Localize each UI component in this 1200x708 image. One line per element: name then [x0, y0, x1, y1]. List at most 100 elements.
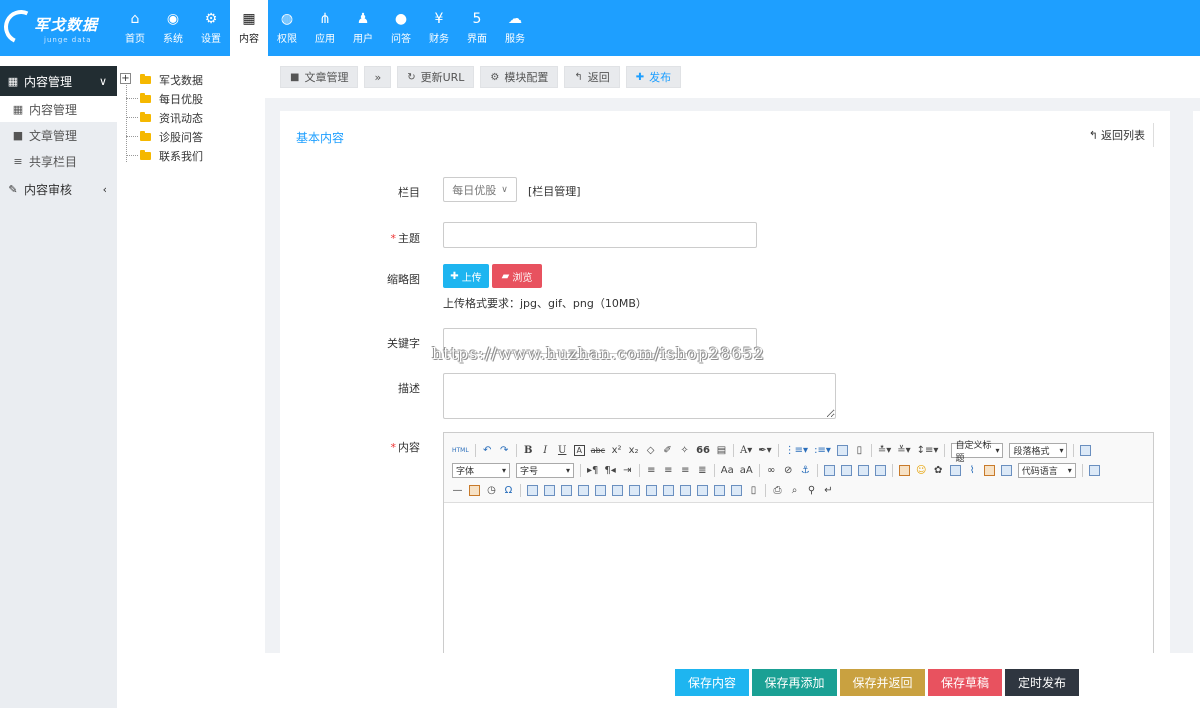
browse-button[interactable]: ▰ 浏览 — [492, 264, 542, 288]
merge-down-icon[interactable] — [680, 485, 691, 496]
nav-item-1[interactable]: ◉ 系统 — [154, 0, 192, 56]
tree-node[interactable]: 诊股问答 — [118, 127, 268, 146]
font-color-icon[interactable]: A▾ — [740, 444, 752, 457]
map-icon[interactable] — [983, 465, 995, 476]
template-icon[interactable] — [1088, 465, 1100, 476]
sidebar-group-content-review[interactable]: ✎ 内容审核 ‹ — [0, 174, 117, 204]
font-family-select[interactable]: 字体 — [452, 463, 510, 478]
search-replace-icon[interactable]: ⚲ — [806, 484, 817, 497]
unordered-list-icon[interactable]: :≡▾ — [814, 444, 831, 457]
subscript-icon[interactable]: x₂ — [628, 444, 639, 457]
insert-col-icon[interactable] — [612, 485, 623, 496]
background-color-icon[interactable]: ✒▾ — [758, 444, 771, 457]
anchor-icon[interactable]: ⚓ — [800, 464, 811, 477]
merge-cells-icon[interactable] — [646, 485, 657, 496]
emotion-icon[interactable]: ☺ — [916, 464, 927, 477]
ordered-list-icon[interactable]: ⋮≡▾ — [785, 444, 808, 457]
line-height-icon[interactable]: ↕≡▾ — [917, 444, 939, 457]
nav-item-10[interactable]: ☁ 服务 — [496, 0, 534, 56]
auto-format-icon[interactable]: ✧ — [679, 444, 690, 457]
back-to-list-button[interactable]: ↰ 返回列表 — [1089, 123, 1154, 147]
drafts-icon[interactable]: ↵ — [823, 484, 834, 497]
italic-icon[interactable]: I — [540, 444, 551, 457]
insert-image-icon[interactable] — [898, 465, 910, 476]
preview-icon[interactable]: ⌕ — [789, 484, 800, 497]
fullscreen-icon[interactable] — [1080, 445, 1092, 456]
select-all-icon[interactable] — [836, 445, 848, 456]
link-icon[interactable]: ∞ — [766, 464, 777, 477]
nav-item-0[interactable]: ⌂ 首页 — [116, 0, 154, 56]
save-add-button[interactable]: 保存再添加 — [752, 669, 837, 696]
logo[interactable]: 军戈数据 junge data — [0, 0, 118, 56]
format-brush-icon[interactable]: ✐ — [662, 444, 673, 457]
row-spacing-bottom-icon[interactable]: ≚▾ — [897, 444, 910, 457]
image-left-icon[interactable] — [840, 465, 852, 476]
schedule-publish-button[interactable]: 定时发布 — [1005, 669, 1079, 696]
align-center-icon[interactable]: ≡ — [663, 464, 674, 477]
nav-item-5[interactable]: ⋔ 应用 — [306, 0, 344, 56]
nav-item-7[interactable]: ● 问答 — [382, 0, 420, 56]
nav-item-8[interactable]: ¥ 财务 — [420, 0, 458, 56]
sidebar-item-content-manage[interactable]: ▦ 内容管理 — [0, 96, 117, 122]
scrawl-icon[interactable]: ✿ — [933, 464, 944, 477]
paragraph-format-select[interactable]: 段落格式 — [1009, 443, 1068, 458]
image-center-icon[interactable] — [874, 465, 886, 476]
description-textarea[interactable] — [443, 373, 836, 419]
save-return-button[interactable]: 保存并返回 — [840, 669, 925, 696]
insert-frame-icon[interactable] — [1000, 465, 1012, 476]
publish-button[interactable]: ✚ 发布 — [625, 66, 682, 88]
subject-input[interactable] — [443, 222, 757, 248]
attachment-icon[interactable]: ⌇ — [967, 464, 978, 477]
tree-node-root[interactable]: + 军戈数据 — [118, 70, 268, 89]
insert-paragraph-before-table-icon[interactable] — [561, 485, 572, 496]
split-cols-icon[interactable] — [731, 485, 742, 496]
nav-item-9[interactable]: 5 界面 — [458, 0, 496, 56]
nav-item-6[interactable]: ♟ 用户 — [344, 0, 382, 56]
insert-row-icon[interactable] — [578, 485, 589, 496]
paste-plain-icon[interactable]: ▤ — [716, 444, 727, 457]
article-manage-button[interactable]: ■ 文章管理 — [280, 66, 359, 88]
save-button[interactable]: 保存内容 — [675, 669, 749, 696]
nav-item-2[interactable]: ⚙ 设置 — [192, 0, 230, 56]
split-cells-icon[interactable] — [697, 485, 708, 496]
blockquote-icon[interactable]: 66 — [696, 444, 710, 457]
image-none-icon[interactable] — [823, 465, 835, 476]
row-spacing-top-icon[interactable]: ≛▾ — [878, 444, 891, 457]
indent-icon[interactable]: ⇥ — [622, 464, 633, 477]
image-right-icon[interactable] — [857, 465, 869, 476]
merge-right-icon[interactable] — [663, 485, 674, 496]
refresh-url-button[interactable]: ↻ 更新URL — [397, 66, 475, 88]
superscript-icon[interactable]: x² — [611, 444, 622, 457]
redo-icon[interactable]: ↷ — [499, 444, 510, 457]
more-button[interactable]: » — [364, 66, 392, 88]
strikethrough-icon[interactable]: abc — [591, 444, 605, 457]
align-justify-icon[interactable]: ≣ — [697, 464, 708, 477]
editor-body[interactable] — [444, 503, 1153, 656]
to-uppercase-icon[interactable]: Aa — [721, 464, 734, 477]
font-border-icon[interactable]: A — [573, 445, 585, 456]
insert-video-icon[interactable] — [949, 465, 961, 476]
underline-icon[interactable]: U — [557, 444, 568, 457]
tree-node[interactable]: 每日优股 — [118, 89, 268, 108]
bold-icon[interactable]: B — [523, 444, 534, 457]
sidebar-item-shared-columns[interactable]: ≡ 共享栏目 — [0, 148, 117, 174]
upload-button[interactable]: ✚ 上传 — [443, 264, 489, 288]
column-select[interactable]: 每日优股 ∨ — [443, 177, 517, 202]
rtl-icon[interactable]: ¶◂ — [604, 464, 615, 477]
special-chars-icon[interactable]: Ω — [503, 484, 514, 497]
html-source-button[interactable]: HTML — [452, 444, 469, 457]
sidebar-group-content-manage[interactable]: ▦ 内容管理 ∨ — [0, 66, 117, 96]
align-right-icon[interactable]: ≡ — [680, 464, 691, 477]
unlink-icon[interactable]: ⊘ — [783, 464, 794, 477]
tree-node[interactable]: 联系我们 — [118, 146, 268, 165]
print-icon[interactable]: ⎙ — [772, 484, 783, 497]
module-config-button[interactable]: ⚙ 模块配置 — [480, 66, 559, 88]
delete-col-icon[interactable] — [629, 485, 640, 496]
insert-table-icon[interactable] — [527, 485, 538, 496]
delete-row-icon[interactable] — [595, 485, 606, 496]
tree-expand-icon[interactable]: + — [120, 73, 131, 84]
ltr-icon[interactable]: ▸¶ — [587, 464, 598, 477]
date-icon[interactable] — [469, 485, 480, 496]
time-icon[interactable]: ◷ — [486, 484, 497, 497]
tree-node[interactable]: 资讯动态 — [118, 108, 268, 127]
